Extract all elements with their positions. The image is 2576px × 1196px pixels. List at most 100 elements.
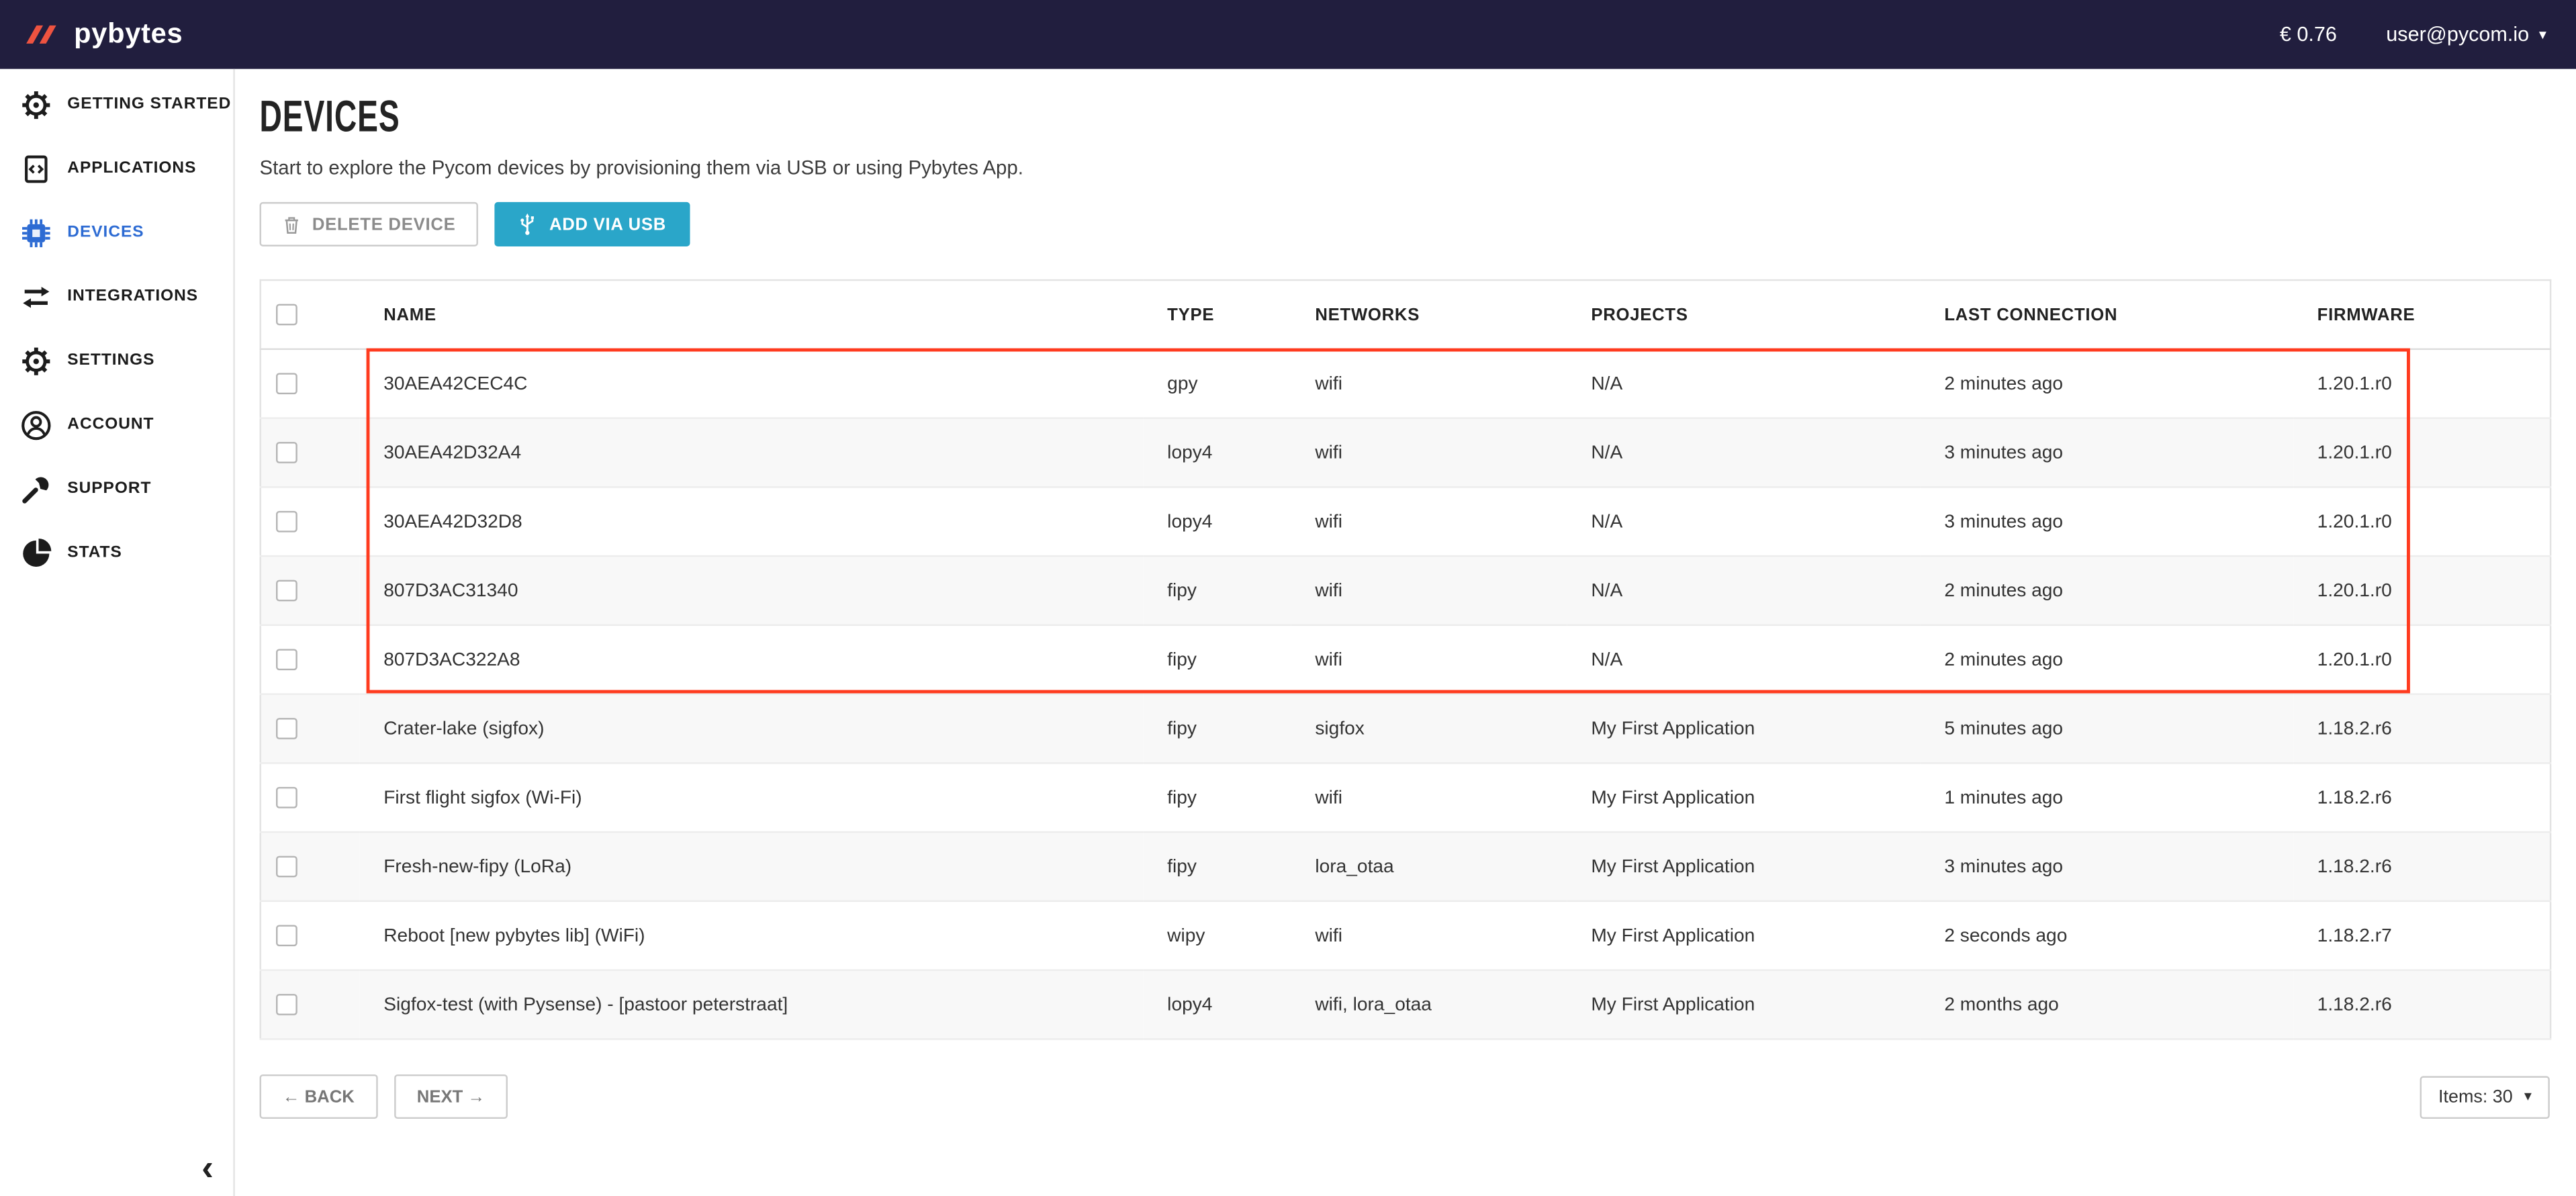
- person-icon: [19, 408, 52, 441]
- sidebar-item-support[interactable]: SUPPORT: [0, 457, 233, 520]
- device-row[interactable]: 807D3AC31340 fipy wifi N/A 2 minutes ago…: [261, 556, 2550, 625]
- user-menu[interactable]: user@pycom.io ▾: [2386, 23, 2546, 46]
- row-checkbox[interactable]: [276, 718, 297, 739]
- row-checkbox[interactable]: [276, 994, 297, 1015]
- device-name-cell[interactable]: 30AEA42D32A4: [359, 418, 1143, 488]
- pagination: ← BACK NEXT → Items: 30 ▾: [260, 1074, 2550, 1119]
- device-row[interactable]: Reboot [new pybytes lib] (WiFi) wipy wif…: [261, 901, 2550, 970]
- device-firmware-cell: 1.18.2.r6: [2293, 763, 2550, 832]
- sidebar-item-settings[interactable]: SETTINGS: [0, 328, 233, 392]
- column-header-type: TYPE: [1142, 280, 1290, 349]
- row-checkbox[interactable]: [276, 442, 297, 463]
- next-button[interactable]: NEXT →: [394, 1074, 508, 1119]
- device-projects-cell: My First Application: [1567, 694, 1920, 764]
- row-checkbox[interactable]: [276, 373, 297, 394]
- device-row[interactable]: Crater-lake (sigfox) fipy sigfox My Firs…: [261, 694, 2550, 764]
- device-row[interactable]: Sigfox-test (with Pysense) - [pastoor pe…: [261, 970, 2550, 1040]
- items-per-page-dropdown[interactable]: Items: 30 ▾: [2420, 1075, 2550, 1118]
- row-checkbox-cell: [261, 763, 359, 832]
- table-header-row: NAME TYPE NETWORKS PROJECTS LAST CONNECT…: [261, 280, 2550, 349]
- device-row[interactable]: 30AEA42D32A4 lopy4 wifi N/A 3 minutes ag…: [261, 418, 2550, 488]
- device-projects-cell: My First Application: [1567, 832, 1920, 901]
- add-via-usb-button[interactable]: ADD VIA USB: [495, 202, 689, 246]
- select-all-cell: [261, 280, 359, 349]
- sidebar-item-devices[interactable]: DEVICES: [0, 200, 233, 264]
- device-name-cell[interactable]: 807D3AC322A8: [359, 625, 1143, 694]
- row-checkbox[interactable]: [276, 649, 297, 670]
- device-last-connection-cell: 5 minutes ago: [1920, 694, 2293, 764]
- row-checkbox[interactable]: [276, 925, 297, 946]
- back-button[interactable]: ← BACK: [260, 1074, 378, 1119]
- device-last-connection-cell: 3 minutes ago: [1920, 418, 2293, 488]
- device-firmware-cell: 1.18.2.r6: [2293, 832, 2550, 901]
- device-projects-cell: My First Application: [1567, 970, 1920, 1040]
- device-networks-cell: sigfox: [1291, 694, 1567, 764]
- device-firmware-cell: 1.20.1.r0: [2293, 556, 2550, 625]
- device-networks-cell: wifi: [1291, 349, 1567, 418]
- row-checkbox[interactable]: [276, 511, 297, 533]
- usb-icon: [518, 212, 537, 237]
- sidebar-item-stats[interactable]: STATS: [0, 521, 233, 585]
- device-row[interactable]: 807D3AC322A8 fipy wifi N/A 2 minutes ago…: [261, 625, 2550, 694]
- device-type-cell: fipy: [1142, 625, 1290, 694]
- trash-icon: [283, 214, 301, 234]
- device-last-connection-cell: 2 minutes ago: [1920, 349, 2293, 418]
- device-projects-cell: My First Application: [1567, 901, 1920, 970]
- row-checkbox[interactable]: [276, 787, 297, 809]
- device-name-cell[interactable]: 30AEA42D32D8: [359, 487, 1143, 556]
- sidebar-item-getting-started[interactable]: GETTING STARTED: [0, 73, 233, 136]
- sidebar-item-applications[interactable]: APPLICATIONS: [0, 136, 233, 200]
- gear-icon: [19, 88, 52, 121]
- sidebar-item-account[interactable]: ACCOUNT: [0, 393, 233, 457]
- device-firmware-cell: 1.18.2.r7: [2293, 901, 2550, 970]
- device-name-cell[interactable]: Sigfox-test (with Pysense) - [pastoor pe…: [359, 970, 1143, 1040]
- devices-table-container: NAME TYPE NETWORKS PROJECTS LAST CONNECT…: [260, 279, 2550, 1040]
- items-per-page-label: Items: 30: [2438, 1087, 2513, 1106]
- pybytes-logo[interactable]: pybytes: [23, 18, 183, 51]
- toolbar: DELETE DEVICE ADD VIA USB: [260, 202, 2550, 246]
- device-projects-cell: N/A: [1567, 625, 1920, 694]
- row-checkbox[interactable]: [276, 856, 297, 878]
- account-balance: € 0.76: [2280, 23, 2337, 46]
- device-networks-cell: wifi: [1291, 487, 1567, 556]
- device-projects-cell: N/A: [1567, 418, 1920, 488]
- row-checkbox[interactable]: [276, 580, 297, 602]
- device-name-cell[interactable]: 30AEA42CEC4C: [359, 349, 1143, 418]
- row-checkbox-cell: [261, 694, 359, 764]
- device-row[interactable]: 30AEA42CEC4C gpy wifi N/A 2 minutes ago …: [261, 349, 2550, 418]
- device-row[interactable]: 30AEA42D32D8 lopy4 wifi N/A 3 minutes ag…: [261, 487, 2550, 556]
- device-name-cell[interactable]: Reboot [new pybytes lib] (WiFi): [359, 901, 1143, 970]
- main-content: DEVICES Start to explore the Pycom devic…: [235, 69, 2576, 1196]
- page-title: DEVICES: [260, 92, 400, 141]
- device-row[interactable]: First flight sigfox (Wi-Fi) fipy wifi My…: [261, 763, 2550, 832]
- device-type-cell: wipy: [1142, 901, 1290, 970]
- delete-device-button[interactable]: DELETE DEVICE: [260, 202, 479, 246]
- code-document-icon: [19, 152, 52, 185]
- device-name-cell[interactable]: 807D3AC31340: [359, 556, 1143, 625]
- device-networks-cell: wifi: [1291, 625, 1567, 694]
- sidebar-item-integrations[interactable]: INTEGRATIONS: [0, 265, 233, 328]
- device-name-cell[interactable]: Crater-lake (sigfox): [359, 694, 1143, 764]
- device-row[interactable]: Fresh-new-fipy (LoRa) fipy lora_otaa My …: [261, 832, 2550, 901]
- caret-down-icon: ▾: [2539, 27, 2546, 42]
- row-checkbox-cell: [261, 832, 359, 901]
- select-all-checkbox[interactable]: [276, 304, 297, 326]
- column-header-name: NAME: [359, 280, 1143, 349]
- sidebar: GETTING STARTED APPLICATIONS: [0, 69, 235, 1196]
- device-networks-cell: wifi: [1291, 418, 1567, 488]
- device-name-cell[interactable]: Fresh-new-fipy (LoRa): [359, 832, 1143, 901]
- device-firmware-cell: 1.18.2.r6: [2293, 694, 2550, 764]
- sidebar-item-label: STATS: [67, 544, 122, 562]
- device-projects-cell: N/A: [1567, 556, 1920, 625]
- device-firmware-cell: 1.18.2.r6: [2293, 970, 2550, 1040]
- swap-arrows-icon: [19, 280, 52, 313]
- sidebar-item-label: SUPPORT: [67, 479, 151, 498]
- device-name-cell[interactable]: First flight sigfox (Wi-Fi): [359, 763, 1143, 832]
- sidebar-collapse-chevron-icon[interactable]: ‹: [201, 1150, 214, 1186]
- devices-table-body: 30AEA42CEC4C gpy wifi N/A 2 minutes ago …: [261, 349, 2550, 1039]
- device-last-connection-cell: 3 minutes ago: [1920, 832, 2293, 901]
- topbar: pybytes € 0.76 user@pycom.io ▾: [0, 0, 2576, 69]
- sidebar-item-label: ACCOUNT: [67, 416, 154, 434]
- device-type-cell: fipy: [1142, 556, 1290, 625]
- device-last-connection-cell: 3 minutes ago: [1920, 487, 2293, 556]
